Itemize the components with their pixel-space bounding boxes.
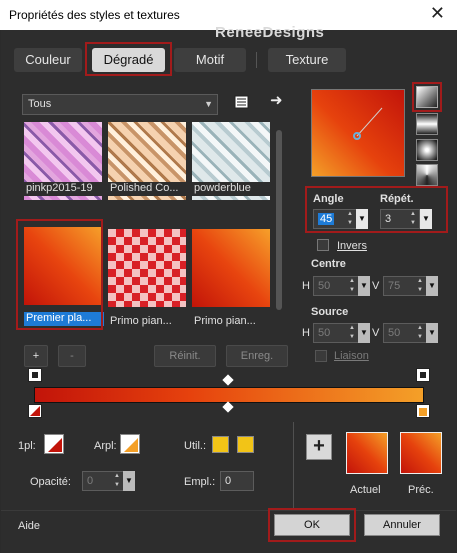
close-icon[interactable]: ✕	[430, 3, 445, 24]
spin-arrows-icon[interactable]: ▲ ▼	[407, 210, 419, 228]
source-v-label: V	[372, 327, 380, 339]
gradient-thumb-label: powderblue	[192, 182, 272, 196]
spin-arrows-icon[interactable]: ▲ ▼	[111, 472, 123, 490]
opacity-label: Opacité:	[30, 476, 71, 488]
center-h-input[interactable]: 50 ▲ ▼	[313, 276, 359, 296]
center-label: Centre	[311, 258, 346, 270]
invert-checkbox[interactable]	[317, 239, 329, 251]
category-dropdown[interactable]: Tous ▼	[22, 94, 218, 115]
center-v-dropdown-button[interactable]: ▼	[426, 276, 438, 296]
tab-motif[interactable]: Motif	[174, 48, 246, 72]
rectangular-style-icon[interactable]	[416, 113, 438, 135]
repeat-value: 3	[385, 213, 392, 225]
user-color-swatch[interactable]	[237, 436, 254, 453]
angle-dropdown-button[interactable]: ▼	[356, 209, 368, 229]
source-label: Source	[311, 306, 349, 318]
source-v-input[interactable]: 50 ▲ ▼	[383, 323, 427, 343]
source-v-dropdown-button[interactable]: ▼	[426, 323, 438, 343]
highlight-selected-thumb	[16, 219, 103, 330]
background-label: Arpl:	[94, 440, 117, 452]
library-scrollbar[interactable]	[273, 120, 285, 332]
remove-gradient-button[interactable]: -	[58, 345, 86, 367]
gradient-thumb-label: Polished Co...	[108, 182, 188, 196]
help-link[interactable]: Aide	[18, 520, 40, 532]
repeat-dropdown-button[interactable]: ▼	[420, 209, 432, 229]
cancel-button[interactable]: Annuler	[364, 514, 440, 536]
spin-arrows-icon[interactable]: ▲ ▼	[414, 277, 426, 295]
reset-button[interactable]: Réinit.	[154, 345, 216, 367]
foreground-swatch[interactable]	[44, 434, 64, 454]
source-h-label: H	[302, 327, 310, 339]
source-h-value: 50	[318, 327, 331, 339]
footer-divider	[1, 510, 456, 511]
location-value: 0	[225, 475, 232, 487]
gradient-thumb[interactable]	[108, 229, 186, 307]
top-left-stop-icon[interactable]	[28, 368, 42, 382]
window-title: Propriétés des styles et textures	[9, 8, 180, 22]
scrollbar-thumb[interactable]	[276, 130, 282, 310]
source-v-value: 50	[388, 327, 401, 339]
opacity-value: 0	[87, 475, 94, 487]
sunburst-style-icon[interactable]	[416, 164, 438, 186]
user-color-swatch[interactable]	[212, 436, 229, 453]
center-v-input[interactable]: 75 ▲ ▼	[383, 276, 427, 296]
location-label: Empl.:	[184, 476, 216, 488]
gradient-thumb-label: Primo pian...	[192, 315, 272, 329]
add-icon[interactable]: +	[306, 434, 332, 460]
center-h-label: H	[302, 280, 310, 292]
spin-arrows-icon[interactable]: ▲ ▼	[346, 277, 358, 295]
current-gradient-swatch[interactable]	[346, 432, 388, 474]
angle-value: 45	[318, 213, 335, 225]
chevron-down-icon: ▼	[204, 99, 213, 109]
spin-arrows-icon[interactable]: ▲ ▼	[346, 324, 358, 342]
spin-arrows-icon[interactable]: ▲ ▼	[414, 324, 426, 342]
opacity-dropdown-button[interactable]: ▼	[123, 471, 135, 491]
arrow-right-icon[interactable]: ➜	[270, 93, 286, 109]
top-right-stop-icon[interactable]	[416, 368, 430, 382]
background-swatch[interactable]	[120, 434, 140, 454]
source-h-dropdown-button[interactable]: ▼	[358, 323, 370, 343]
save-button[interactable]: Enreg.	[226, 345, 288, 367]
invert-label: Invers	[337, 240, 367, 252]
center-v-value: 75	[388, 280, 401, 292]
tab-couleur[interactable]: Couleur	[14, 48, 82, 72]
center-v-label: V	[372, 280, 380, 292]
highlight-tab-degrade	[85, 42, 172, 76]
link-checkbox[interactable]	[315, 350, 327, 362]
opacity-input[interactable]: 0 ▲ ▼	[82, 471, 124, 491]
panel-divider	[293, 422, 294, 508]
watermark: ReneeDesigns	[215, 24, 325, 41]
center-h-dropdown-button[interactable]: ▼	[358, 276, 370, 296]
color-stop-end-icon[interactable]	[416, 404, 430, 418]
user-label: Util.:	[184, 440, 206, 452]
gradient-thumb-label: Primo pian...	[108, 315, 188, 329]
ok-button[interactable]: OK	[274, 514, 350, 536]
previous-label: Préc.	[408, 484, 434, 496]
gradient-preview[interactable]	[311, 89, 405, 177]
foreground-label: 1pl:	[18, 440, 36, 452]
library-manage-icon[interactable]	[234, 94, 250, 110]
linear-style-icon[interactable]	[416, 86, 438, 108]
source-h-input[interactable]: 50 ▲ ▼	[313, 323, 359, 343]
tab-divider	[256, 52, 257, 68]
angle-input[interactable]: 45 ▲ ▼	[313, 209, 357, 229]
gradient-thumb-label: pinkp2015-19	[24, 182, 104, 196]
radial-style-icon[interactable]	[416, 139, 438, 161]
repeat-input[interactable]: 3 ▲ ▼	[380, 209, 420, 229]
add-gradient-button[interactable]: +	[24, 345, 48, 367]
current-label: Actuel	[350, 484, 381, 496]
category-value: Tous	[28, 98, 52, 110]
color-stop-start-icon[interactable]	[28, 404, 42, 418]
gradient-thumb[interactable]	[192, 229, 270, 307]
tab-texture[interactable]: Texture	[268, 48, 346, 72]
repeat-label: Répét.	[380, 193, 414, 205]
gradient-editor-bar[interactable]	[34, 387, 424, 403]
location-input[interactable]: 0	[220, 471, 254, 491]
previous-gradient-swatch[interactable]	[400, 432, 442, 474]
spin-arrows-icon[interactable]: ▲ ▼	[344, 210, 356, 228]
center-h-value: 50	[318, 280, 331, 292]
angle-label: Angle	[313, 193, 344, 205]
link-label: Liaison	[334, 350, 369, 362]
